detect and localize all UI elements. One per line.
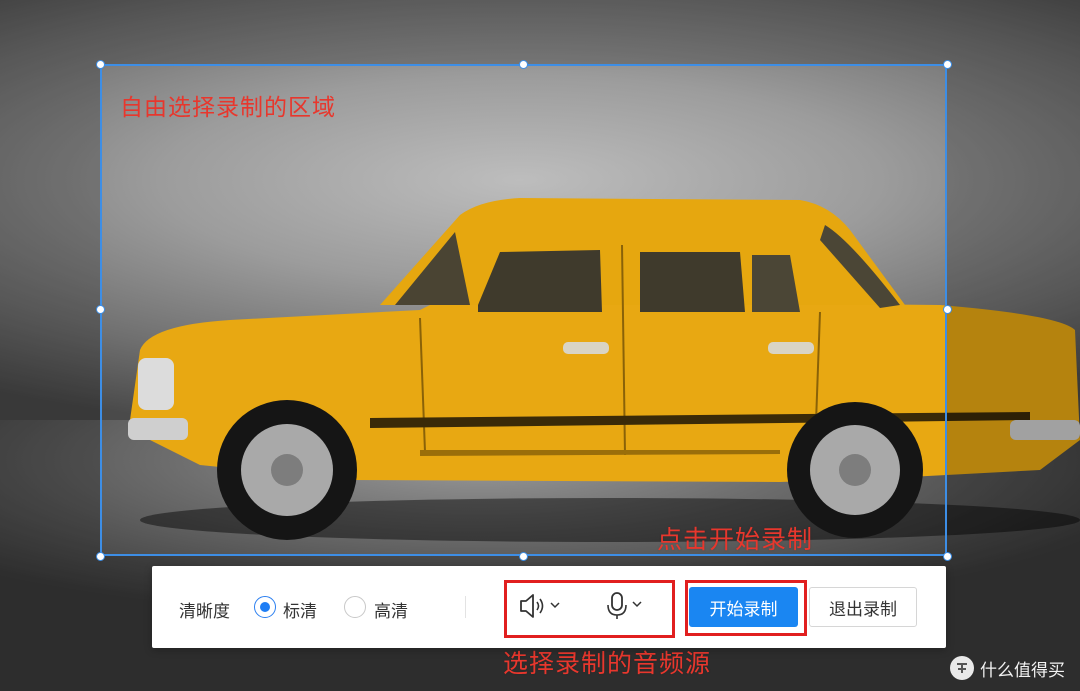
clarity-label: 清晰度: [179, 602, 230, 622]
exit-recording-button[interactable]: 退出录制: [809, 587, 917, 627]
toolbar-divider: [465, 596, 466, 618]
resize-handle-top-left[interactable]: [96, 60, 105, 69]
clarity-radio-standard[interactable]: [254, 596, 276, 618]
resize-handle-left[interactable]: [96, 305, 105, 314]
clarity-option-standard-label[interactable]: 标清: [283, 597, 317, 622]
watermark-logo-icon: [950, 656, 974, 680]
resize-handle-right[interactable]: [943, 305, 952, 314]
start-button-highlight-box: [685, 580, 807, 636]
resize-handle-top-right[interactable]: [943, 60, 952, 69]
clarity-radio-high[interactable]: [344, 596, 366, 618]
resize-handle-bottom-left[interactable]: [96, 552, 105, 561]
watermark: 什么值得买: [950, 654, 1065, 682]
resize-handle-bottom-right[interactable]: [943, 552, 952, 561]
clarity-option-high-label[interactable]: 高清: [374, 597, 408, 622]
selection-annotation-label: 自由选择录制的区域: [120, 95, 336, 121]
selection-rectangle[interactable]: [100, 64, 947, 556]
watermark-text: 什么值得买: [980, 660, 1065, 681]
resize-handle-top[interactable]: [519, 60, 528, 69]
start-recording-annotation: 点击开始录制: [657, 525, 814, 554]
audio-source-annotation: 选择录制的音频源: [503, 649, 712, 678]
resize-handle-bottom[interactable]: [519, 552, 528, 561]
audio-source-highlight-box: [504, 580, 675, 638]
